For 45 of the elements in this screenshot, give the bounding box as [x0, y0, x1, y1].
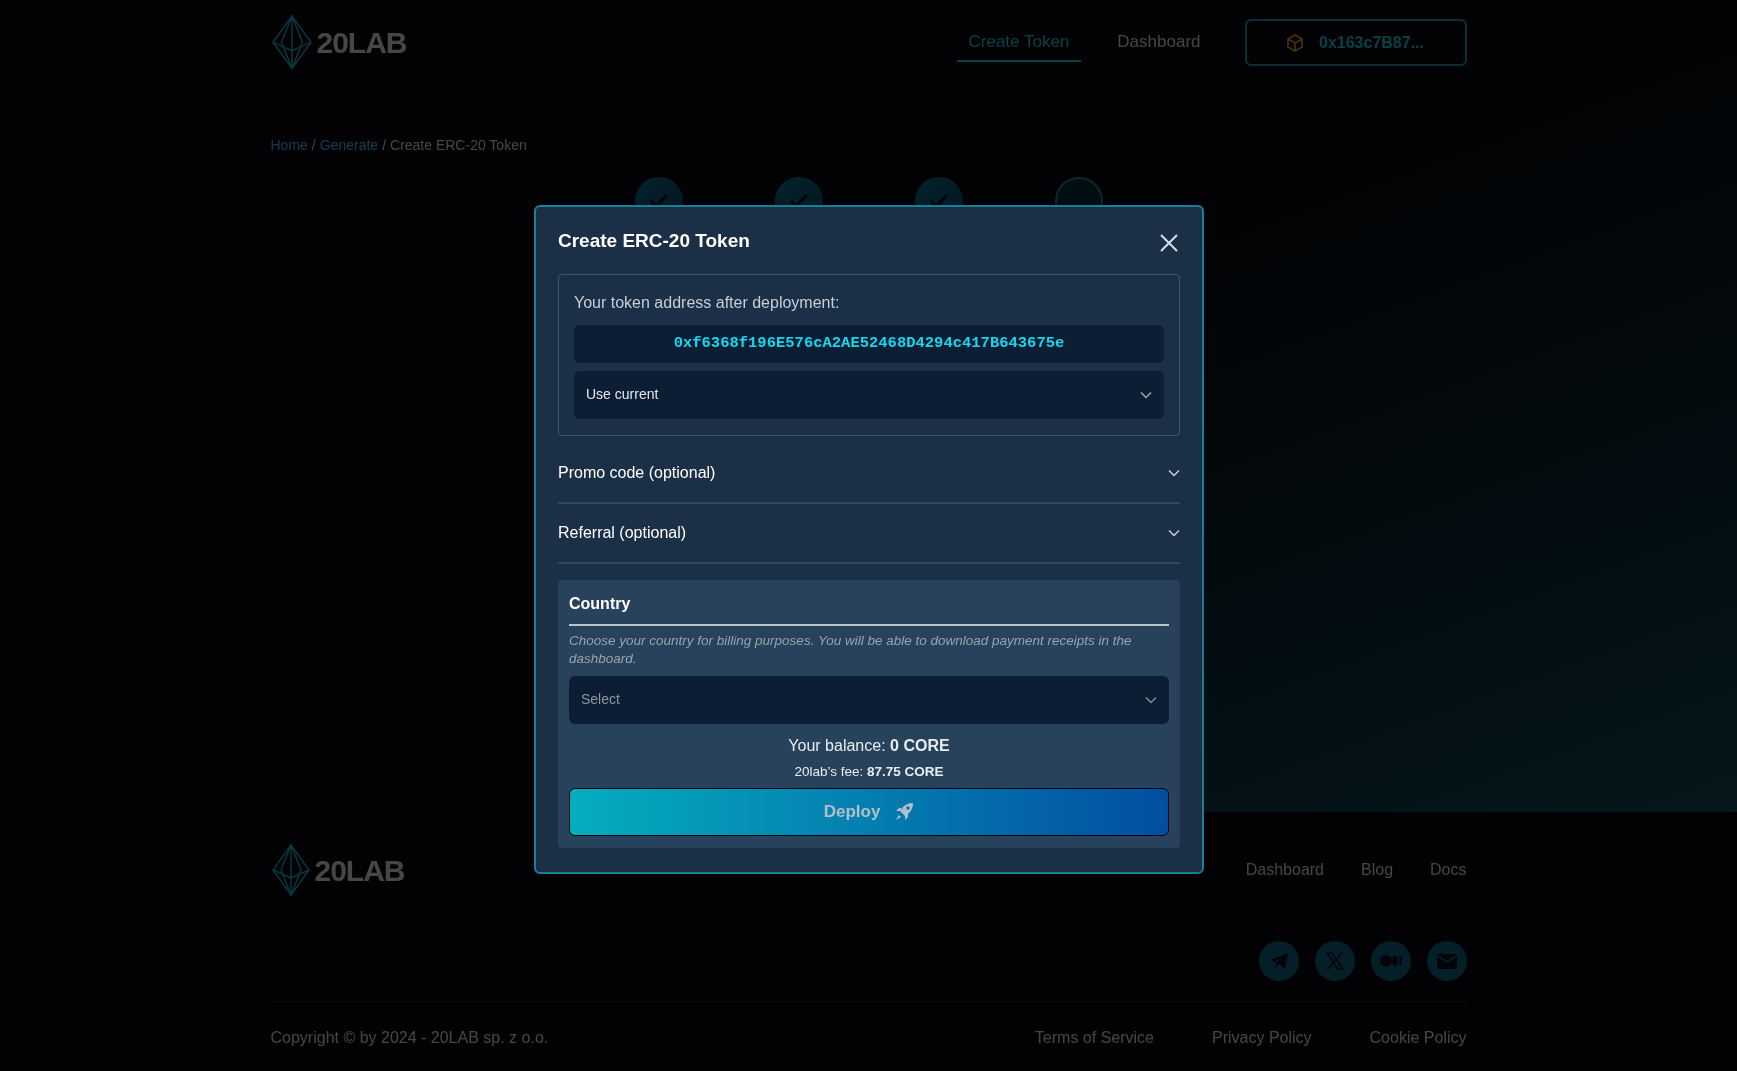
- breadcrumb-current: Create ERC-20 Token: [390, 136, 527, 155]
- footer-link[interactable]: Blog: [1361, 858, 1394, 882]
- social-button[interactable]: [1314, 941, 1355, 981]
- fee-text: 20lab’s fee: 87.75 CORE: [793, 762, 945, 781]
- envelope-icon: [1436, 953, 1457, 969]
- social-button[interactable]: [1258, 941, 1299, 981]
- modal-title: Create ERC-20 Token: [558, 229, 750, 253]
- legal-link[interactable]: Privacy Policy: [1212, 1026, 1312, 1050]
- chevron-down-icon: [1168, 469, 1180, 478]
- rocket-icon: [894, 801, 915, 822]
- legal-link[interactable]: Cookie Policy: [1369, 1026, 1467, 1050]
- country-hint: Choose your country for billing purposes. You will be able to download payment receipts in the dashboard.: [569, 631, 1133, 668]
- chevron-down-icon: [1145, 695, 1157, 704]
- breadcrumb-link[interactable]: Home: [270, 135, 308, 157]
- breadcrumb-link[interactable]: Generate: [319, 135, 379, 157]
- social-button[interactable]: [1370, 941, 1411, 981]
- social-button[interactable]: [1426, 941, 1467, 981]
- x-logo-icon: [1325, 952, 1344, 970]
- footer-link[interactable]: Dashboard: [1245, 858, 1324, 882]
- footer-link[interactable]: Docs: [1430, 858, 1467, 882]
- medium-logo-icon: [1379, 955, 1402, 967]
- logo-text: 20LAB: [314, 852, 405, 889]
- nav-link[interactable]: Dashboard: [1105, 22, 1213, 63]
- country-select[interactable]: Select: [569, 675, 1169, 724]
- logo-text: 20LAB: [316, 25, 407, 61]
- balance-text: Your balance: 0 CORE: [787, 735, 951, 756]
- cube-icon: [1287, 33, 1303, 52]
- address-display: 0xf6368f196E576cA2AE52468D4294c417B643675e: [574, 324, 1164, 363]
- paper-plane-icon: [1268, 952, 1289, 970]
- breadcrumb-separator: /: [382, 136, 386, 155]
- diamond-logo-icon: [270, 844, 311, 896]
- diamond-logo-icon: [270, 15, 313, 70]
- chevron-down-icon: [1168, 529, 1180, 538]
- address-mode-select[interactable]: Use current: [574, 370, 1164, 419]
- chevron-down-icon: [1140, 390, 1152, 399]
- nav-link[interactable]: Create Token: [956, 22, 1082, 63]
- address-label: Your token address after deployment:: [574, 292, 841, 313]
- accordion-toggle[interactable]: Promo code (optional): [558, 443, 1180, 504]
- country-heading: Country: [569, 591, 1169, 626]
- deploy-button[interactable]: Deploy: [569, 787, 1169, 836]
- legal-link[interactable]: Terms of Service: [1034, 1026, 1154, 1050]
- wallet-button[interactable]: 0x163c7B87...: [1244, 19, 1467, 66]
- breadcrumb-separator: /: [311, 136, 316, 155]
- accordion-toggle[interactable]: Referral (optional): [558, 503, 1180, 564]
- copyright-text: Copyright © by 2024 - 20LAB sp. z o.o.: [270, 1028, 549, 1048]
